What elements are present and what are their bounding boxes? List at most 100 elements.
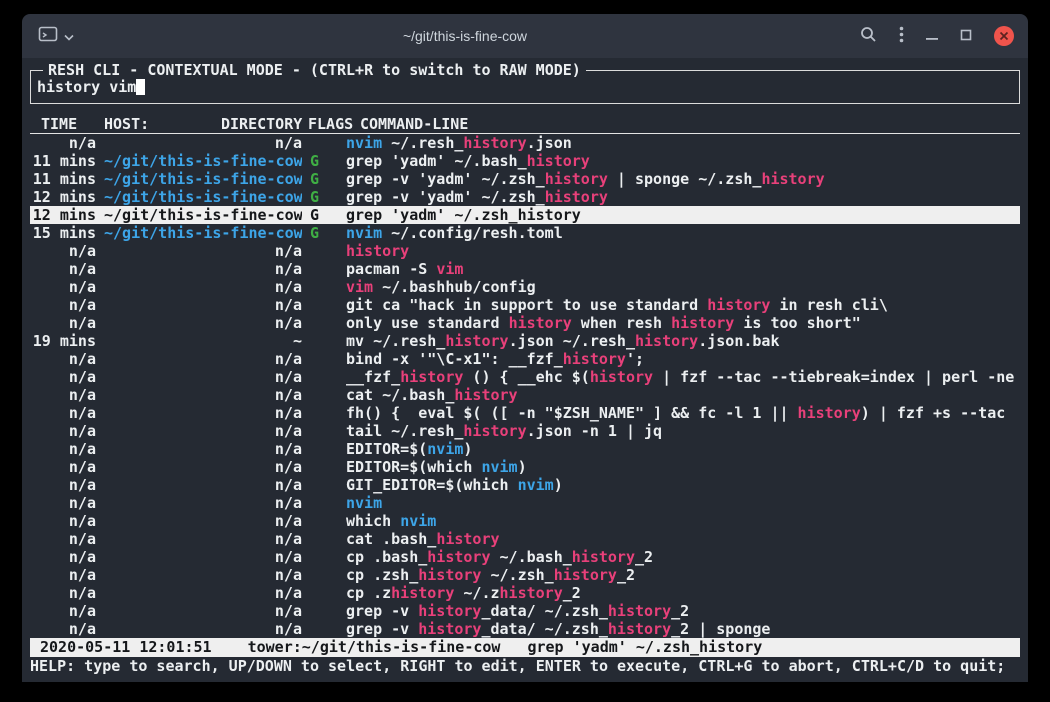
menu-button[interactable] — [899, 26, 904, 46]
row-time: n/a — [30, 422, 96, 440]
history-row[interactable]: 11 mins ~/git/this-is-fine-cow G grep -v… — [30, 170, 1020, 188]
row-command: grep -v 'yadm' ~/.zsh_history | sponge ~… — [346, 170, 1020, 188]
command-segment: history — [608, 620, 671, 638]
history-table-header: TIME HOST: DIRECTORY FLAGS COMMAND-LINE — [30, 115, 1020, 134]
close-button[interactable] — [994, 26, 1014, 46]
history-row[interactable]: n/a n/a EDITOR=$(which nvim) — [30, 458, 1020, 476]
command-segment: bind -x '"\C-x1": __fzf_ — [346, 350, 563, 368]
history-row[interactable]: n/a n/a bind -x '"\C-x1": __fzf_history'… — [30, 350, 1020, 368]
history-row[interactable]: n/a n/a history — [30, 242, 1020, 260]
row-time: n/a — [30, 494, 96, 512]
command-segment: ~/.zsh_ — [481, 566, 553, 584]
row-host: n/a — [104, 260, 302, 278]
search-icon — [860, 26, 877, 46]
new-tab-button[interactable] — [38, 26, 74, 46]
history-row[interactable]: n/a n/a grep -v history_data/ ~/.zsh_his… — [30, 602, 1020, 620]
header-time: TIME — [41, 115, 77, 133]
history-row[interactable]: n/a n/a cat .bash_history — [30, 530, 1020, 548]
history-row[interactable]: 11 mins ~/git/this-is-fine-cow G grep 'y… — [30, 152, 1020, 170]
command-segment: vim — [436, 260, 463, 278]
row-flags — [310, 512, 338, 530]
command-segment: history — [671, 314, 734, 332]
command-segment: grep -v 'yadm' ~/.zsh_ — [346, 188, 545, 206]
row-time: n/a — [30, 512, 96, 530]
command-segment: history — [608, 602, 671, 620]
row-flags — [310, 260, 338, 278]
history-row[interactable]: n/a n/a grep -v history_data/ ~/.zsh_his… — [30, 620, 1020, 638]
chevron-down-icon — [64, 29, 74, 44]
history-row[interactable]: n/a n/a pacman -S vim — [30, 260, 1020, 278]
row-host: n/a — [104, 494, 302, 512]
command-segment: only use standard — [346, 314, 509, 332]
history-row[interactable]: n/a n/a __fzf_history () { __ehc $(histo… — [30, 368, 1020, 386]
history-rows: n/a n/a nvim ~/.resh_history.json 11 min… — [30, 134, 1020, 638]
command-segment: which — [346, 512, 400, 530]
command-segment: in resh cli\ — [770, 296, 887, 314]
history-row[interactable]: 15 mins ~/git/this-is-fine-cow G nvim ~/… — [30, 224, 1020, 242]
row-flags — [310, 494, 338, 512]
row-host: n/a — [104, 422, 302, 440]
minimize-button[interactable] — [926, 29, 938, 44]
row-command: EDITOR=$(which nvim) — [346, 458, 1020, 476]
history-row[interactable]: 19 mins ~ mv ~/.resh_history.json ~/.res… — [30, 332, 1020, 350]
command-segment: .json -n 1 | jq — [527, 422, 662, 440]
history-row[interactable]: n/a n/a cp .bash_history ~/.bash_history… — [30, 548, 1020, 566]
command-segment: history — [527, 152, 590, 170]
row-host: n/a — [104, 440, 302, 458]
row-host: n/a — [104, 134, 302, 152]
row-command: git ca "hack in support to use standard … — [346, 296, 1020, 314]
row-time: n/a — [30, 440, 96, 458]
command-segment: | fzf --tac --tiebreak=index | perl -ne — [653, 368, 1014, 386]
command-segment: history — [761, 170, 824, 188]
history-row[interactable]: n/a n/a nvim — [30, 494, 1020, 512]
row-host: n/a — [104, 350, 302, 368]
command-segment: cp .z — [346, 584, 391, 602]
row-flags — [310, 278, 338, 296]
command-segment: () { __ehc $( — [463, 368, 589, 386]
history-row[interactable]: n/a n/a nvim ~/.resh_history.json — [30, 134, 1020, 152]
row-command: bind -x '"\C-x1": __fzf_history'; — [346, 350, 1020, 368]
command-segment: mv ~/.resh_ — [346, 332, 445, 350]
command-segment: grep -v — [346, 602, 418, 620]
restore-button[interactable] — [960, 29, 972, 44]
command-segment: history — [400, 368, 463, 386]
row-flags — [310, 584, 338, 602]
row-command: nvim — [346, 494, 1020, 512]
restore-window-icon — [960, 29, 972, 44]
search-button[interactable] — [860, 26, 877, 46]
history-row[interactable]: n/a n/a only use standard history when r… — [30, 314, 1020, 332]
command-segment: grep 'yadm' ~/.bash_ — [346, 152, 527, 170]
command-segment: __fzf_ — [346, 368, 400, 386]
command-segment: EDITOR=$( — [346, 440, 427, 458]
selected-record-status-bar: 2020-05-11 12:01:51 tower:~/git/this-is-… — [30, 638, 1020, 657]
command-segment: cp .zsh_ — [346, 566, 418, 584]
row-host: n/a — [104, 278, 302, 296]
history-row[interactable]: n/a n/a fh() { eval $( ([ -n "$ZSH_NAME"… — [30, 404, 1020, 422]
history-row[interactable]: n/a n/a cat ~/.bash_history — [30, 386, 1020, 404]
command-segment: git ca "hack in support to use standard — [346, 296, 707, 314]
search-box-legend: RESH CLI - CONTEXTUAL MODE - (CTRL+R to … — [43, 61, 586, 79]
row-flags — [310, 530, 338, 548]
help-line: HELP: type to search, UP/DOWN to select,… — [30, 657, 1020, 675]
row-time: n/a — [30, 350, 96, 368]
command-segment: history — [500, 584, 563, 602]
kebab-menu-icon — [899, 26, 904, 46]
close-icon — [999, 29, 1009, 44]
history-row[interactable]: n/a n/a GIT_EDITOR=$(which nvim) — [30, 476, 1020, 494]
history-row[interactable]: n/a n/a cp .zhistory ~/.zhistory_2 — [30, 584, 1020, 602]
history-row[interactable]: n/a n/a git ca "hack in support to use s… — [30, 296, 1020, 314]
row-command: mv ~/.resh_history.json ~/.resh_history.… — [346, 332, 1020, 350]
history-row[interactable]: n/a n/a cp .zsh_history ~/.zsh_history_2 — [30, 566, 1020, 584]
command-segment: pacman -S — [346, 260, 436, 278]
row-host: n/a — [104, 602, 302, 620]
row-time: n/a — [30, 386, 96, 404]
row-time: n/a — [30, 260, 96, 278]
history-row[interactable]: n/a n/a which nvim — [30, 512, 1020, 530]
history-row[interactable]: n/a n/a vim ~/.bashhub/config — [30, 278, 1020, 296]
command-segment: history — [418, 602, 481, 620]
history-row[interactable]: n/a n/a tail ~/.resh_history.json -n 1 |… — [30, 422, 1020, 440]
history-row[interactable]: 12 mins ~/git/this-is-fine-cow G grep -v… — [30, 188, 1020, 206]
command-segment: nvim — [481, 458, 517, 476]
history-row[interactable]: 12 mins ~/git/this-is-fine-cow G grep 'y… — [30, 206, 1020, 224]
history-row[interactable]: n/a n/a EDITOR=$(nvim) — [30, 440, 1020, 458]
